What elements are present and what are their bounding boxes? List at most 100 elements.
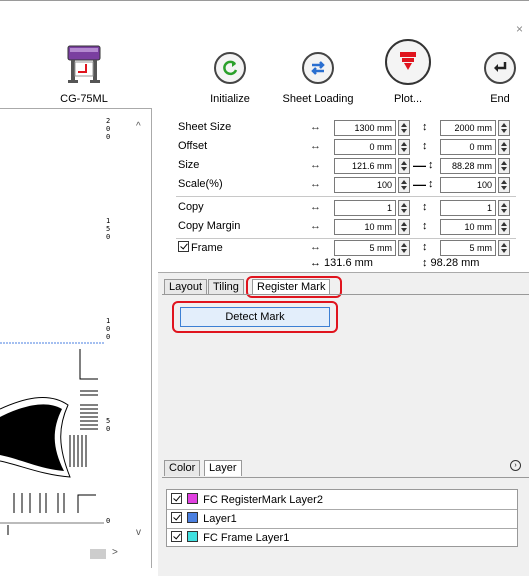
copy-margin-y-input[interactable]: 10 mm: [440, 219, 496, 235]
aspect-link-icon[interactable]: —: [413, 158, 426, 173]
initialize-label: Initialize: [210, 93, 250, 105]
scroll-up-icon[interactable]: ^: [136, 121, 141, 132]
frame-checkbox[interactable]: Frame: [178, 241, 223, 254]
scale-y-input[interactable]: 100: [440, 177, 496, 193]
vertical-arrow-icon: ↕: [428, 159, 434, 171]
return-arrow-icon: [484, 52, 516, 84]
frame-x-spinner[interactable]: [398, 240, 410, 256]
aspect-link-icon[interactable]: —: [413, 177, 426, 192]
refresh-icon: [214, 52, 246, 84]
horizontal-arrow-icon: ↔: [310, 241, 321, 253]
tab-color[interactable]: Color: [164, 460, 201, 476]
preview-pane[interactable]: 2 0 0 1 5 0 1 0 0 5 0 0 ^ v >: [0, 108, 152, 568]
layer-color-swatch: [187, 493, 199, 504]
copy-margin-y-spinner[interactable]: [498, 219, 510, 235]
sheet-height-spinner[interactable]: [498, 120, 510, 136]
size-width-input[interactable]: 121.6 mm: [334, 158, 396, 174]
divider: [167, 528, 517, 529]
layers-panel: Color Layer › FC RegisterMark Layer2 Lay…: [158, 432, 529, 576]
offset-x-input[interactable]: 0 mm: [334, 139, 396, 155]
layer-row[interactable]: FC Frame Layer1: [171, 531, 289, 547]
frame-y-spinner[interactable]: [498, 240, 510, 256]
copy-y-spinner[interactable]: [498, 200, 510, 216]
layer-name: FC RegisterMark Layer2: [203, 494, 323, 506]
layer-name: Layer1: [203, 513, 237, 525]
size-width-spinner[interactable]: [398, 158, 410, 174]
layer-name: FC Frame Layer1: [203, 532, 290, 544]
total-width-value: ↔ 131.6 mm: [310, 257, 373, 269]
horizontal-arrow-icon: ↔: [310, 159, 321, 171]
plot-cutter-icon: [385, 39, 431, 85]
offset-x-spinner[interactable]: [398, 139, 410, 155]
offset-label: Offset: [178, 140, 208, 152]
sheet-width-spinner[interactable]: [398, 120, 410, 136]
sheet-width-input[interactable]: 1300 mm: [334, 120, 396, 136]
horizontal-scroll-thumb[interactable]: [90, 549, 106, 559]
ruler-label: 0: [106, 517, 111, 525]
copy-margin-x-input[interactable]: 10 mm: [334, 219, 396, 235]
end-button[interactable]: End: [462, 38, 529, 108]
initialize-button[interactable]: Initialize: [192, 38, 268, 108]
scroll-down-icon[interactable]: v: [136, 527, 141, 538]
plot-label: Plot...: [393, 93, 423, 105]
frame-y-input[interactable]: 5 mm: [440, 240, 496, 256]
ruler-label: 5 0: [106, 417, 111, 433]
vertical-ruler: 2 0 0 1 5 0 1 0 0 5 0 0: [104, 117, 126, 537]
detect-mark-highlight: [172, 301, 338, 333]
copy-margin-label: Copy Margin: [178, 220, 241, 232]
layer-visibility-checkbox[interactable]: [171, 512, 182, 523]
sheet-size-row: Sheet Size ↔ 1300 mm ↕ 2000 mm: [158, 118, 529, 138]
offset-y-input[interactable]: 0 mm: [440, 139, 496, 155]
vertical-scrollbar[interactable]: ^ v: [128, 109, 152, 569]
vertical-arrow-icon: ↕: [428, 178, 434, 190]
sheet-loading-button[interactable]: Sheet Loading: [280, 38, 356, 108]
scale-x-spinner[interactable]: [398, 177, 410, 193]
offset-row: Offset ↔ 0 mm ↕ 0 mm: [158, 137, 529, 157]
sheet-height-input[interactable]: 2000 mm: [440, 120, 496, 136]
tab-layout[interactable]: Layout: [164, 279, 208, 295]
ruler-label: 1 0 0: [106, 317, 111, 341]
frame-x-input[interactable]: 5 mm: [334, 240, 396, 256]
layer-visibility-checkbox[interactable]: [171, 531, 182, 542]
device-button[interactable]: CG-75ML: [46, 38, 122, 108]
size-height-input[interactable]: 88.28 mm: [440, 158, 496, 174]
tab-tiling[interactable]: Tiling: [208, 279, 244, 295]
layer-row[interactable]: Layer1: [171, 512, 237, 528]
vertical-arrow-icon: ↕: [422, 241, 428, 253]
frame-row: Frame ↔ 5 mm ↕ 5 mm: [158, 235, 529, 256]
scroll-right-icon[interactable]: >: [112, 547, 118, 558]
layer-visibility-checkbox[interactable]: [171, 493, 182, 504]
plot-button[interactable]: Plot...: [370, 38, 446, 108]
horizontal-arrow-icon: ↔: [310, 178, 321, 190]
copy-x-input[interactable]: 1: [334, 200, 396, 216]
divider: [162, 477, 529, 478]
copy-row: Copy ↔ 1 ↕ 1: [158, 198, 529, 218]
ruler-label: 1 5 0: [106, 217, 111, 241]
copy-x-spinner[interactable]: [398, 200, 410, 216]
register-mark-panel: Detect Mark: [162, 294, 529, 433]
swap-arrows-icon: [302, 52, 334, 84]
vertical-arrow-icon: ↕: [422, 121, 428, 133]
scale-x-input[interactable]: 100: [334, 177, 396, 193]
layer-row[interactable]: FC RegisterMark Layer2: [171, 493, 323, 509]
scale-y-spinner[interactable]: [498, 177, 510, 193]
offset-y-spinner[interactable]: [498, 139, 510, 155]
checkbox-checked-icon[interactable]: [178, 241, 189, 252]
tab-layer[interactable]: Layer: [204, 460, 242, 476]
vertical-arrow-icon: ↕: [422, 220, 428, 232]
copy-y-input[interactable]: 1: [440, 200, 496, 216]
total-height-value: ↕ 98.28 mm: [422, 257, 480, 269]
expand-icon[interactable]: ›: [510, 460, 521, 471]
layer-list: FC RegisterMark Layer2 Layer1 FC Frame L…: [166, 489, 518, 547]
sheet-size-label: Sheet Size: [178, 121, 232, 133]
size-height-spinner[interactable]: [498, 158, 510, 174]
layer-color-swatch: [187, 512, 199, 523]
horizontal-arrow-icon: ↔: [310, 220, 321, 232]
copy-margin-x-spinner[interactable]: [398, 219, 410, 235]
close-icon[interactable]: ×: [516, 23, 523, 35]
toolbar: CG-75ML Initialize Sheet Loading Plot...…: [0, 38, 529, 108]
copy-label: Copy: [178, 201, 204, 213]
layer-color-swatch: [187, 531, 199, 542]
title-bar: ×: [0, 0, 529, 38]
horizontal-arrow-icon: ↔: [310, 121, 321, 133]
